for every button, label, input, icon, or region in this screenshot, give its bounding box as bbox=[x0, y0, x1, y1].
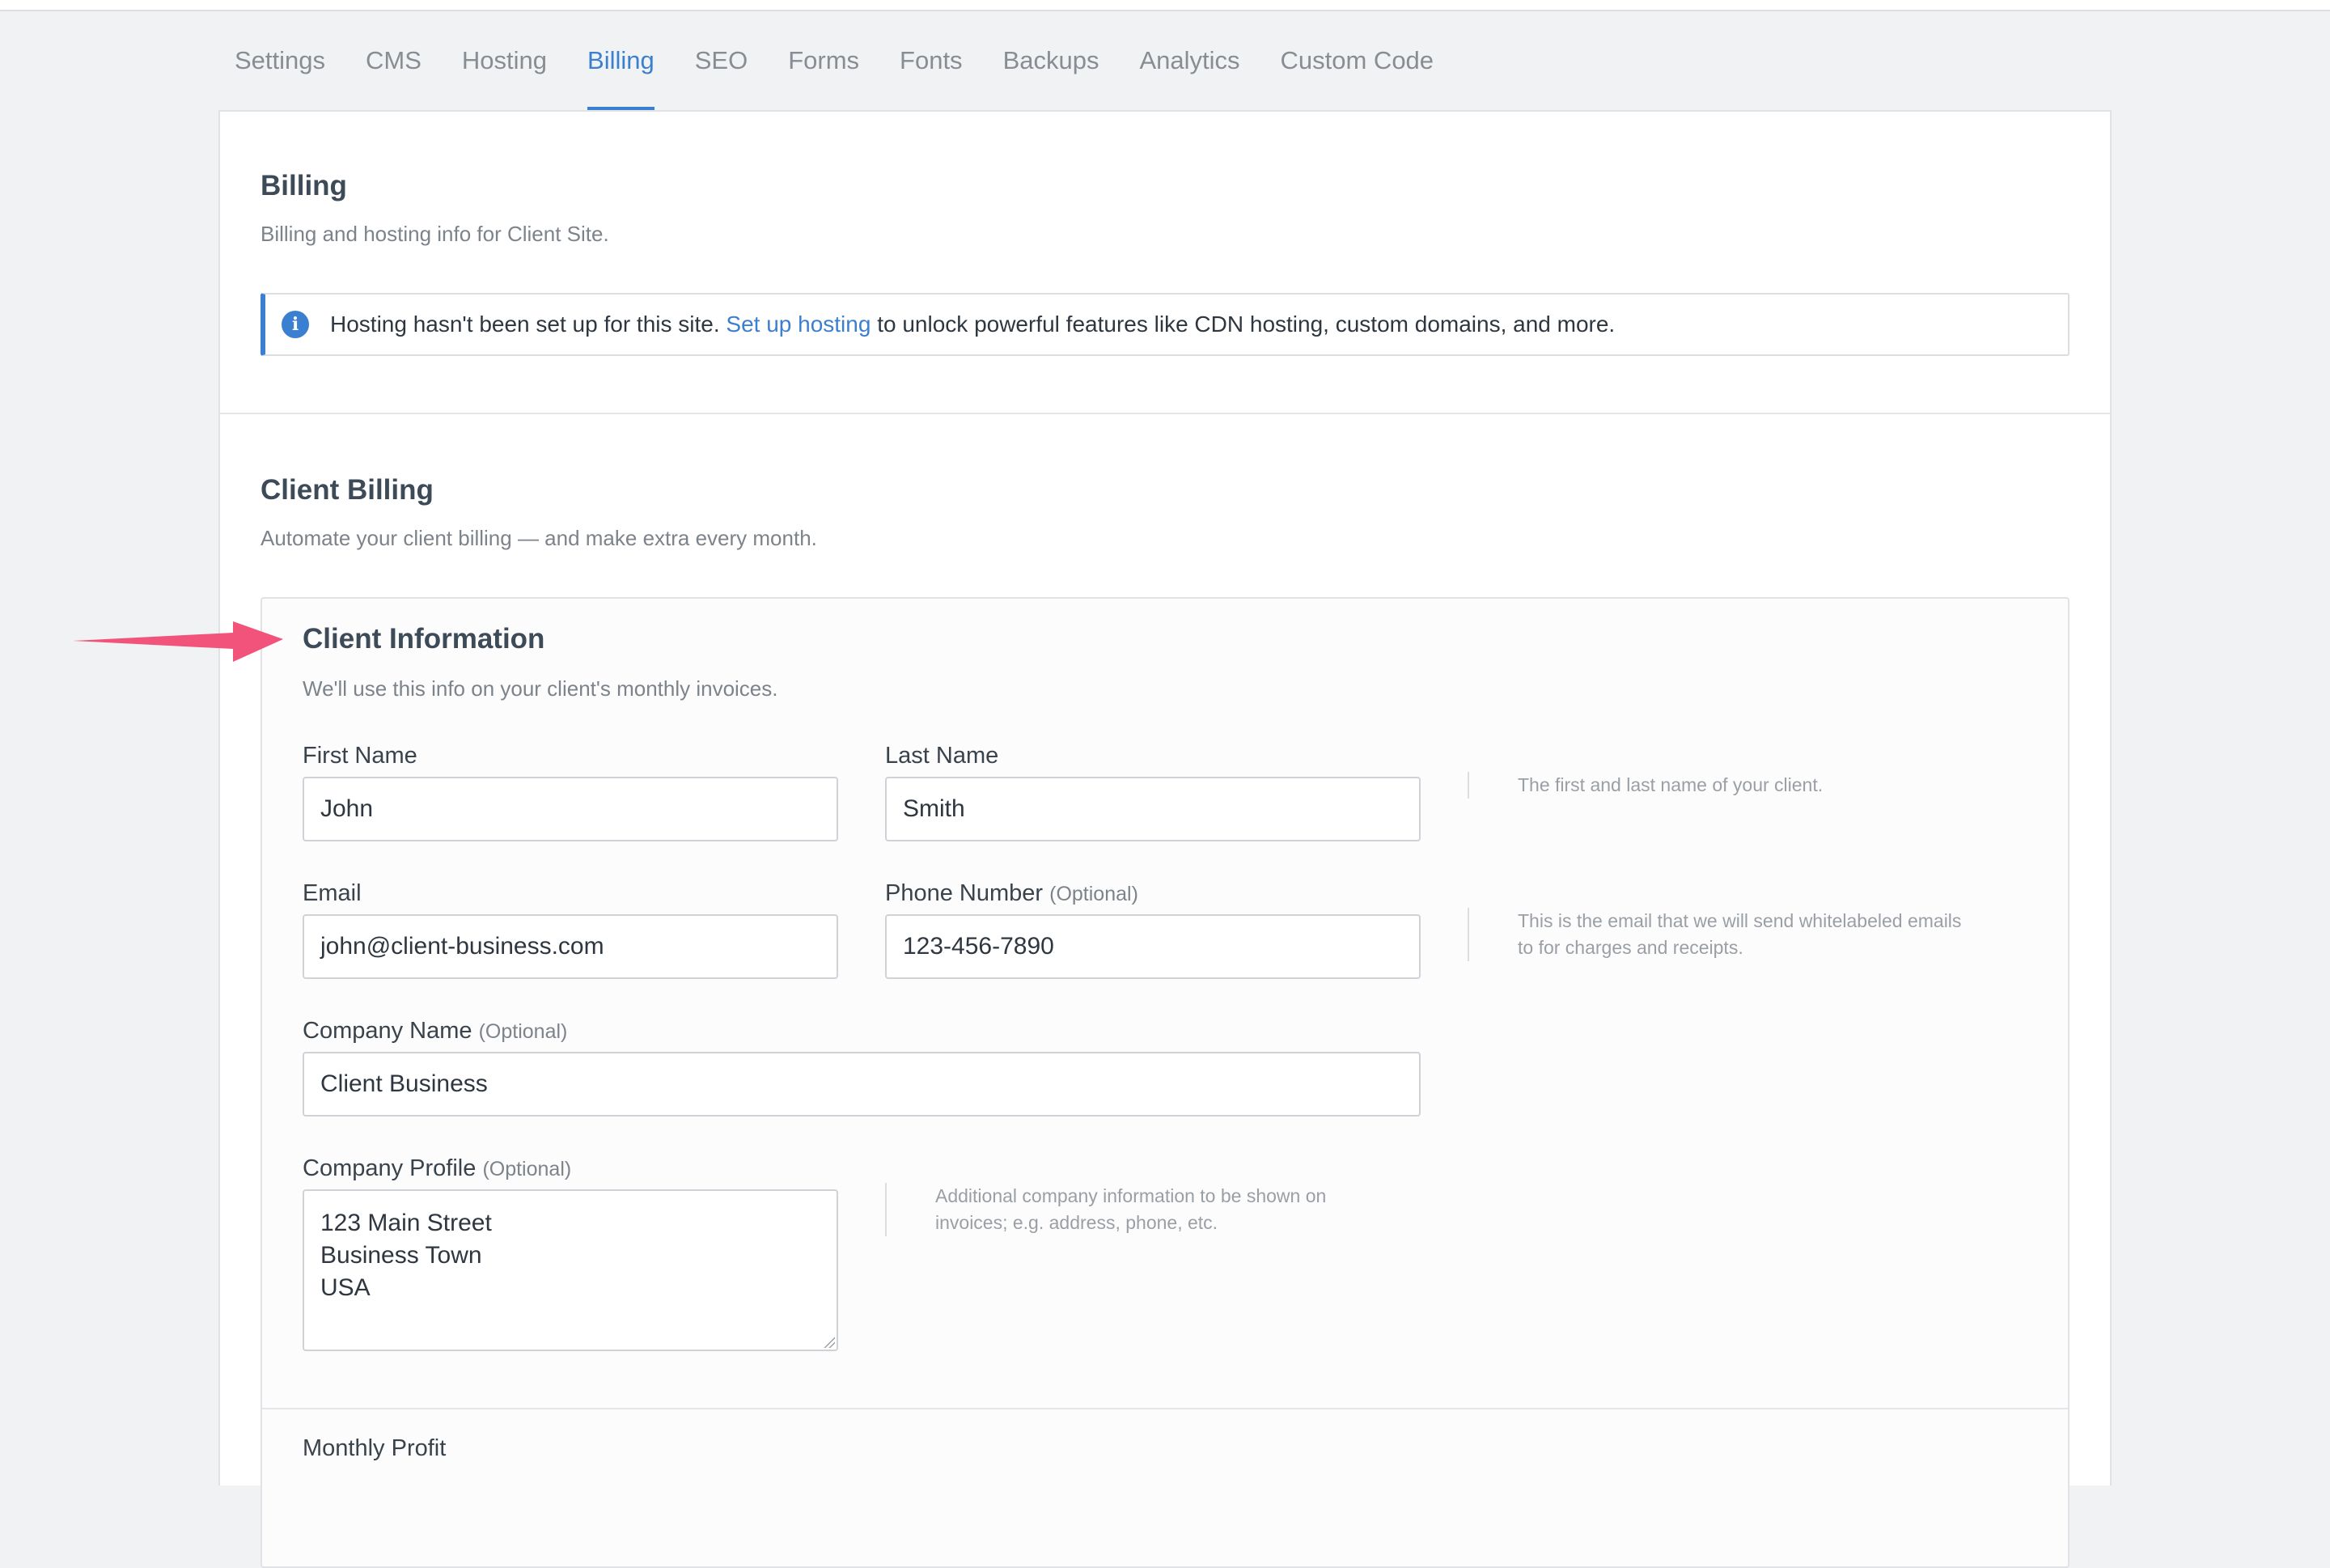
company-profile-textarea[interactable]: 123 Main Street Business Town USA bbox=[303, 1189, 838, 1351]
last-name-label: Last Name bbox=[885, 743, 999, 769]
monthly-profit-label: Monthly Profit bbox=[303, 1435, 447, 1461]
name-hint: The first and last name of your client. bbox=[1468, 772, 1823, 799]
client-information-title: Client Information bbox=[303, 623, 545, 655]
alert-text-after: to unlock powerful features like CDN hos… bbox=[877, 311, 1616, 337]
billing-title: Billing bbox=[261, 170, 347, 201]
company-name-input[interactable]: Client Business bbox=[303, 1052, 1421, 1117]
tab-custom-code[interactable]: Custom Code bbox=[1260, 39, 1455, 112]
last-name-input[interactable]: Smith bbox=[885, 777, 1421, 841]
phone-input[interactable]: 123-456-7890 bbox=[885, 914, 1421, 979]
billing-subtitle: Billing and hosting info for Client Site… bbox=[261, 222, 609, 246]
arrow-shape bbox=[73, 621, 283, 662]
tab-backups[interactable]: Backups bbox=[983, 39, 1120, 112]
tab-settings[interactable]: Settings bbox=[235, 39, 345, 112]
info-icon: i bbox=[282, 311, 309, 338]
alert-text-before: Hosting hasn't been set up for this site… bbox=[330, 311, 720, 337]
email-hint: This is the email that we will send whit… bbox=[1468, 908, 1961, 961]
client-billing-subtitle: Automate your client billing — and make … bbox=[261, 526, 817, 550]
tab-cms[interactable]: CMS bbox=[345, 39, 442, 112]
settings-tabs: Settings CMS Hosting Billing SEO Forms F… bbox=[235, 39, 1454, 112]
company-name-optional: (Optional) bbox=[478, 1020, 568, 1043]
section-divider bbox=[220, 413, 2110, 414]
email-label: Email bbox=[303, 880, 362, 906]
profile-hint-line2: invoices; e.g. address, phone, etc. bbox=[935, 1212, 1218, 1233]
phone-optional: (Optional) bbox=[1049, 883, 1138, 905]
email-input[interactable]: john@client-business.com bbox=[303, 914, 838, 979]
company-profile-line: 123 Main Street bbox=[320, 1210, 492, 1236]
pointer-arrow-icon bbox=[73, 621, 283, 662]
client-billing-title: Client Billing bbox=[261, 474, 434, 506]
tab-hosting[interactable]: Hosting bbox=[442, 39, 567, 112]
first-name-label: First Name bbox=[303, 743, 417, 769]
tab-seo[interactable]: SEO bbox=[675, 39, 768, 112]
profile-hint-line1: Additional company information to be sho… bbox=[935, 1185, 1327, 1206]
set-up-hosting-link[interactable]: Set up hosting bbox=[726, 311, 871, 337]
billing-card: Billing Billing and hosting info for Cli… bbox=[218, 110, 2112, 1568]
tab-billing[interactable]: Billing bbox=[567, 39, 675, 112]
company-profile-line: Business Town bbox=[320, 1242, 482, 1269]
phone-label: Phone Number (Optional) bbox=[885, 880, 1138, 907]
resize-handle-icon[interactable] bbox=[824, 1337, 835, 1348]
company-name-label: Company Name (Optional) bbox=[303, 1018, 567, 1045]
company-profile-line: USA bbox=[320, 1274, 371, 1301]
company-profile-label: Company Profile (Optional) bbox=[303, 1155, 571, 1182]
company-profile-optional: (Optional) bbox=[482, 1158, 572, 1180]
client-information-subtitle: We'll use this info on your client's mon… bbox=[303, 676, 778, 701]
company-profile-label-text: Company Profile bbox=[303, 1155, 477, 1181]
phone-label-text: Phone Number bbox=[885, 880, 1044, 906]
company-name-label-text: Company Name bbox=[303, 1018, 472, 1044]
email-hint-line1: This is the email that we will send whit… bbox=[1518, 910, 1962, 931]
tab-forms[interactable]: Forms bbox=[768, 39, 879, 112]
tab-fonts[interactable]: Fonts bbox=[879, 39, 983, 112]
company-profile-hint: Additional company information to be sho… bbox=[885, 1183, 1326, 1236]
first-name-input[interactable]: John bbox=[303, 777, 838, 841]
tab-analytics[interactable]: Analytics bbox=[1119, 39, 1260, 112]
panel-divider bbox=[262, 1408, 2068, 1409]
top-bar bbox=[0, 0, 2330, 11]
hosting-alert: i Hosting hasn't been set up for this si… bbox=[261, 293, 2069, 356]
client-information-panel: Client Information We'll use this info o… bbox=[261, 597, 2069, 1568]
email-hint-line2: to for charges and receipts. bbox=[1518, 937, 1743, 958]
